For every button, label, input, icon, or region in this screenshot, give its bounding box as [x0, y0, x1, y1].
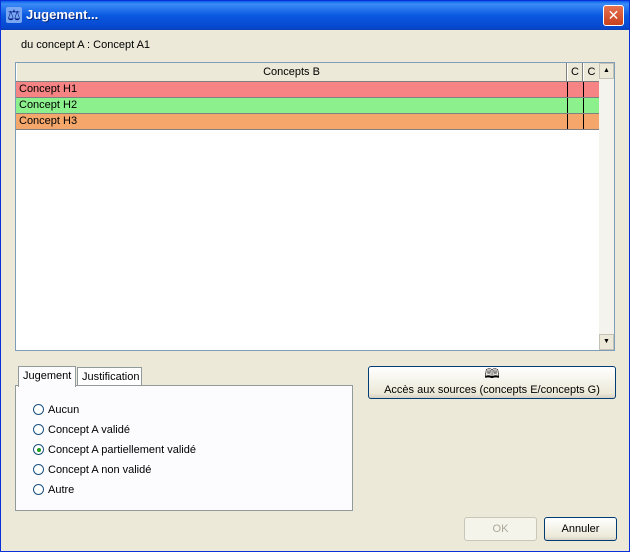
radio-button[interactable] — [33, 424, 44, 435]
radio-label[interactable]: Concept A partiellement validé — [48, 442, 196, 458]
window-title: Jugement... — [26, 7, 99, 22]
row-concept-name: Concept H1 — [19, 83, 78, 95]
row-cell-c2[interactable] — [583, 82, 600, 97]
scroll-up-button[interactable]: ▲ — [599, 63, 614, 79]
column-header-c1[interactable]: C — [567, 63, 583, 81]
tab-justification[interactable]: Justification — [77, 367, 142, 386]
scales-icon: ⚖ — [6, 6, 22, 24]
cancel-button[interactable]: Annuler — [544, 517, 617, 541]
close-button[interactable]: ✕ — [603, 5, 624, 26]
radio-label[interactable]: Concept A non validé — [48, 462, 151, 478]
column-header-c2[interactable]: C — [583, 63, 600, 81]
radio-button[interactable] — [33, 404, 44, 415]
radio-label[interactable]: Aucun — [48, 402, 79, 418]
table-row[interactable]: Concept H2 — [16, 98, 600, 114]
jugement-panel: Aucun Concept A validé Concept A partielle… — [15, 385, 353, 511]
row-cell-c1[interactable] — [567, 82, 584, 97]
table-row[interactable]: Concept H3 — [16, 114, 600, 130]
radio-label[interactable]: Concept A validé — [48, 422, 130, 438]
table-row[interactable]: Concept H1 — [16, 82, 600, 98]
column-header-concepts-b[interactable]: Concepts B — [16, 63, 567, 81]
row-cell-c1[interactable] — [567, 114, 584, 129]
row-cell-c1[interactable] — [567, 98, 584, 113]
jugement-dialog: ⚖ Jugement... ✕ du concept A : Concept A… — [0, 0, 630, 552]
tab-jugement[interactable]: Jugement — [18, 366, 76, 387]
concept-a-label: du concept A : Concept A1 — [21, 39, 151, 51]
access-sources-label: Accès aux sources (concepts E/concepts G… — [384, 384, 600, 396]
concepts-b-list[interactable]: Concepts B C C Concept H1 Concept H2 Conce… — [15, 62, 615, 351]
access-sources-button[interactable]: 🕮 Accès aux sources (concepts E/concepts… — [368, 366, 616, 399]
row-cell-c2[interactable] — [583, 98, 600, 113]
title-bar[interactable]: ⚖ Jugement... ✕ — [1, 1, 629, 30]
row-concept-name: Concept H3 — [19, 115, 78, 127]
radio-button[interactable] — [33, 444, 44, 455]
radio-label[interactable]: Autre — [48, 482, 74, 498]
radio-button[interactable] — [33, 484, 44, 495]
row-concept-name: Concept H2 — [19, 99, 78, 111]
row-cell-c2[interactable] — [583, 114, 600, 129]
scroll-down-button[interactable]: ▼ — [599, 334, 614, 350]
open-book-icon: 🕮 — [484, 367, 500, 382]
vertical-scrollbar[interactable]: ▲ ▼ — [599, 63, 614, 350]
list-header: Concepts B C C — [16, 63, 600, 82]
radio-button[interactable] — [33, 464, 44, 475]
ok-button[interactable]: OK — [464, 517, 537, 541]
